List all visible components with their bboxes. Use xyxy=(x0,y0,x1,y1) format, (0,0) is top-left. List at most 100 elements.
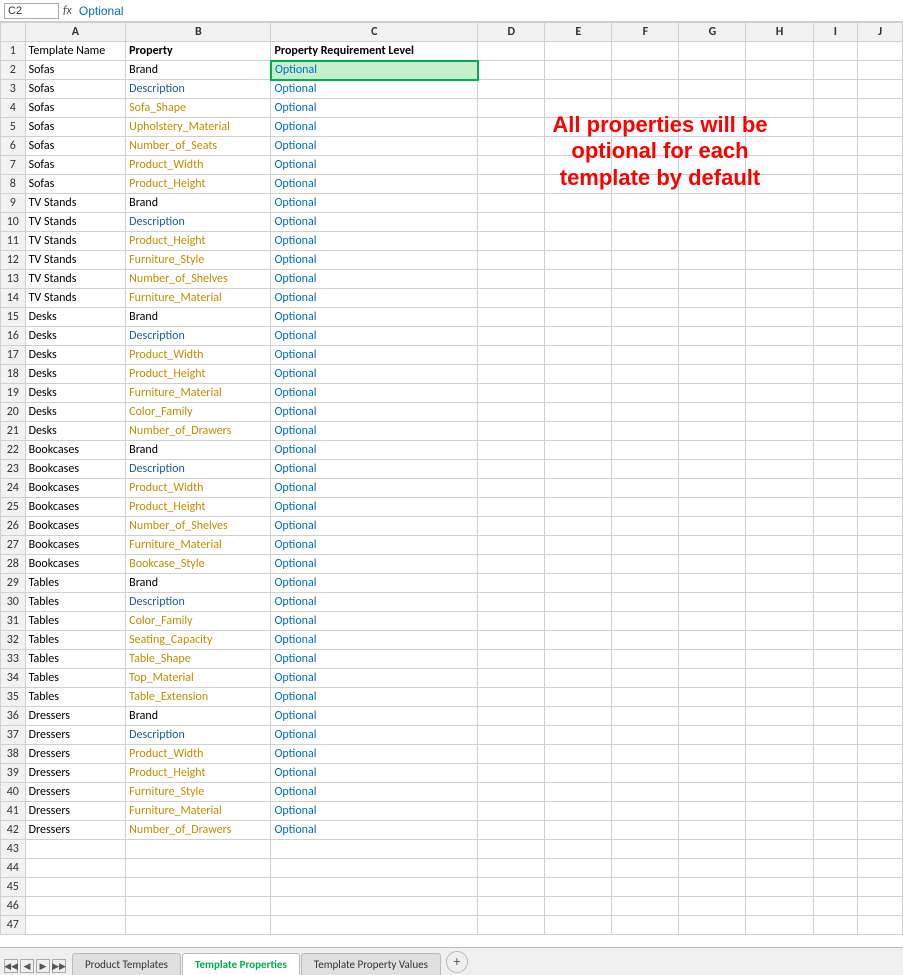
cell-H2[interactable] xyxy=(746,61,813,80)
cell-F31[interactable] xyxy=(612,612,679,631)
cell-E6[interactable] xyxy=(545,137,612,156)
cell-F20[interactable] xyxy=(612,403,679,422)
cell-A22[interactable]: Bookcases xyxy=(25,441,126,460)
cell-G1[interactable] xyxy=(679,42,746,61)
cell-J2[interactable] xyxy=(858,61,903,80)
cell-B39[interactable]: Product_Height xyxy=(126,764,271,783)
cell-E47[interactable] xyxy=(545,916,612,935)
cell-A29[interactable]: Tables xyxy=(25,574,126,593)
cell-G2[interactable] xyxy=(679,61,746,80)
sheet-tab-template-properties[interactable]: Template Properties xyxy=(182,953,300,975)
cell-C46[interactable] xyxy=(271,897,478,916)
cell-J37[interactable] xyxy=(858,726,903,745)
cell-G16[interactable] xyxy=(679,327,746,346)
cell-D13[interactable] xyxy=(478,270,545,289)
cell-J33[interactable] xyxy=(858,650,903,669)
cell-I2[interactable] xyxy=(813,61,858,80)
cell-D11[interactable] xyxy=(478,232,545,251)
cell-B35[interactable]: Table_Extension xyxy=(126,688,271,707)
cell-H25[interactable] xyxy=(746,498,813,517)
cell-F11[interactable] xyxy=(612,232,679,251)
cell-C26[interactable]: Optional xyxy=(271,517,478,536)
cell-D28[interactable] xyxy=(478,555,545,574)
cell-D36[interactable] xyxy=(478,707,545,726)
cell-I35[interactable] xyxy=(813,688,858,707)
cell-G18[interactable] xyxy=(679,365,746,384)
cell-J39[interactable] xyxy=(858,764,903,783)
cell-E20[interactable] xyxy=(545,403,612,422)
cell-D35[interactable] xyxy=(478,688,545,707)
cell-B23[interactable]: Description xyxy=(126,460,271,479)
cell-B11[interactable]: Product_Height xyxy=(126,232,271,251)
cell-F21[interactable] xyxy=(612,422,679,441)
cell-J4[interactable] xyxy=(858,99,903,118)
cell-E30[interactable] xyxy=(545,593,612,612)
cell-A15[interactable]: Desks xyxy=(25,308,126,327)
cell-D2[interactable] xyxy=(478,61,545,80)
cell-H33[interactable] xyxy=(746,650,813,669)
cell-B30[interactable]: Description xyxy=(126,593,271,612)
cell-D22[interactable] xyxy=(478,441,545,460)
cell-C37[interactable]: Optional xyxy=(271,726,478,745)
cell-B10[interactable]: Description xyxy=(126,213,271,232)
cell-J46[interactable] xyxy=(858,897,903,916)
cell-D30[interactable] xyxy=(478,593,545,612)
cell-J17[interactable] xyxy=(858,346,903,365)
cell-G47[interactable] xyxy=(679,916,746,935)
cell-C44[interactable] xyxy=(271,859,478,878)
cell-C32[interactable]: Optional xyxy=(271,631,478,650)
cell-G20[interactable] xyxy=(679,403,746,422)
cell-C38[interactable]: Optional xyxy=(271,745,478,764)
cell-E16[interactable] xyxy=(545,327,612,346)
col-header-C[interactable]: C xyxy=(271,23,478,42)
cell-B16[interactable]: Description xyxy=(126,327,271,346)
cell-A16[interactable]: Desks xyxy=(25,327,126,346)
col-header-E[interactable]: E xyxy=(545,23,612,42)
cell-D43[interactable] xyxy=(478,840,545,859)
cell-G21[interactable] xyxy=(679,422,746,441)
cell-D25[interactable] xyxy=(478,498,545,517)
cell-A47[interactable] xyxy=(25,916,126,935)
cell-G3[interactable] xyxy=(679,80,746,99)
cell-H43[interactable] xyxy=(746,840,813,859)
cell-E42[interactable] xyxy=(545,821,612,840)
cell-C15[interactable]: Optional xyxy=(271,308,478,327)
cell-I42[interactable] xyxy=(813,821,858,840)
cell-J3[interactable] xyxy=(858,80,903,99)
cell-B28[interactable]: Bookcase_Style xyxy=(126,555,271,574)
cell-G10[interactable] xyxy=(679,213,746,232)
cell-G23[interactable] xyxy=(679,460,746,479)
cell-B27[interactable]: Furniture_Material xyxy=(126,536,271,555)
cell-G32[interactable] xyxy=(679,631,746,650)
col-header-F[interactable]: F xyxy=(612,23,679,42)
cell-A20[interactable]: Desks xyxy=(25,403,126,422)
cell-J19[interactable] xyxy=(858,384,903,403)
cell-A9[interactable]: TV Stands xyxy=(25,194,126,213)
cell-G44[interactable] xyxy=(679,859,746,878)
cell-C3[interactable]: Optional xyxy=(271,80,478,99)
cell-F17[interactable] xyxy=(612,346,679,365)
cell-I39[interactable] xyxy=(813,764,858,783)
cell-I5[interactable] xyxy=(813,118,858,137)
cell-A26[interactable]: Bookcases xyxy=(25,517,126,536)
cell-A8[interactable]: Sofas xyxy=(25,175,126,194)
cell-F30[interactable] xyxy=(612,593,679,612)
cell-J9[interactable] xyxy=(858,194,903,213)
cell-G46[interactable] xyxy=(679,897,746,916)
cell-H24[interactable] xyxy=(746,479,813,498)
cell-F46[interactable] xyxy=(612,897,679,916)
cell-J14[interactable] xyxy=(858,289,903,308)
cell-A13[interactable]: TV Stands xyxy=(25,270,126,289)
cell-I30[interactable] xyxy=(813,593,858,612)
cell-C30[interactable]: Optional xyxy=(271,593,478,612)
cell-D34[interactable] xyxy=(478,669,545,688)
cell-I23[interactable] xyxy=(813,460,858,479)
cell-C9[interactable]: Optional xyxy=(271,194,478,213)
cell-F2[interactable] xyxy=(612,61,679,80)
cell-J21[interactable] xyxy=(858,422,903,441)
cell-D10[interactable] xyxy=(478,213,545,232)
cell-B22[interactable]: Brand xyxy=(126,441,271,460)
cell-G28[interactable] xyxy=(679,555,746,574)
cell-E15[interactable] xyxy=(545,308,612,327)
cell-H16[interactable] xyxy=(746,327,813,346)
